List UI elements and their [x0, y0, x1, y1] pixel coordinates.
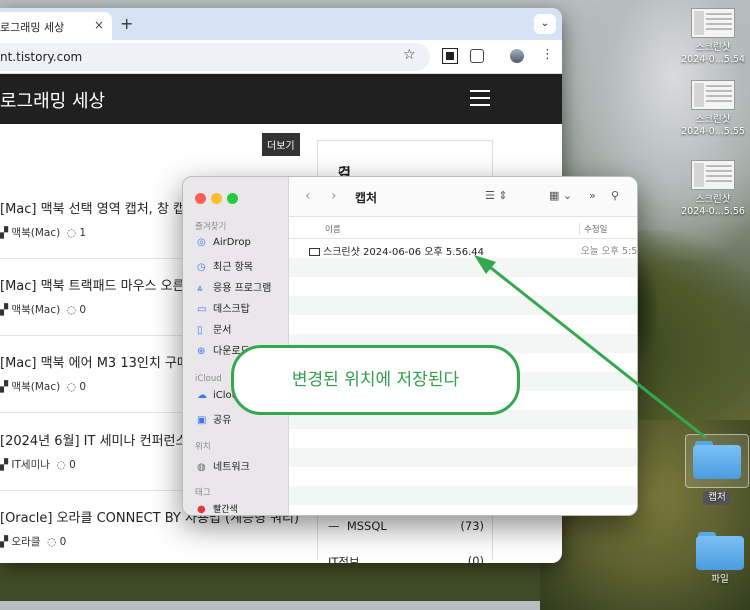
annotation-text: 변경된 위치에 저장된다	[291, 370, 460, 390]
annotation-callout: 변경된 위치에 저장된다	[231, 345, 520, 415]
annotation-arrow	[474, 255, 707, 440]
